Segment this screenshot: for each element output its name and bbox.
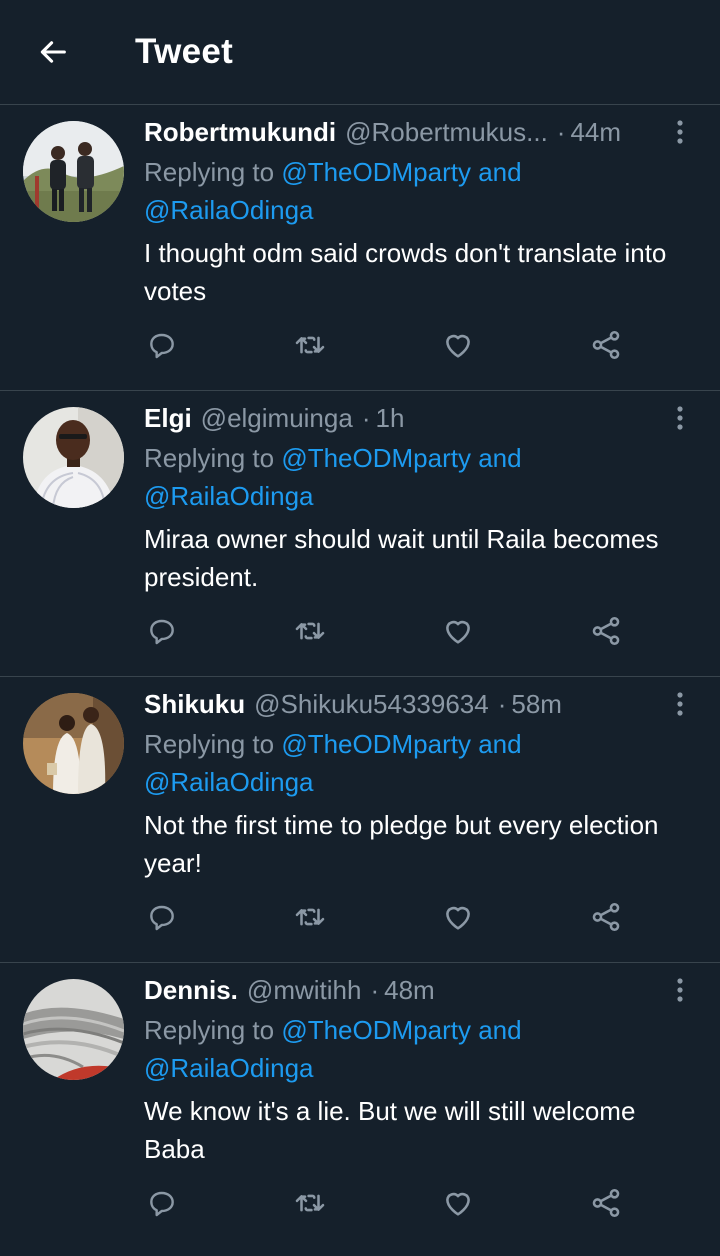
more-vertical-icon — [677, 692, 683, 716]
share-button[interactable] — [588, 613, 624, 649]
more-vertical-icon — [677, 406, 683, 430]
author-handle[interactable]: @Robertmukus... — [345, 117, 548, 148]
mention-and[interactable]: and — [478, 729, 521, 759]
retweet-icon — [295, 908, 325, 926]
reply-bubble-icon — [150, 1191, 174, 1217]
reply-bubble-icon — [150, 619, 174, 645]
heart-icon — [446, 620, 470, 644]
author-name[interactable]: Elgi — [144, 403, 192, 434]
arrow-left-icon — [40, 41, 66, 63]
replying-to: Replying to @TheODMparty and @RailaOding… — [144, 1011, 690, 1087]
reply-tweet[interactable]: Dennis. @mwitihh · 48m Replying to @TheO… — [0, 963, 720, 1256]
reply-tweet[interactable]: Robertmukundi @Robertmukus... · 44m Repl… — [0, 105, 720, 391]
author-name[interactable]: Dennis. — [144, 975, 238, 1006]
share-button[interactable] — [588, 899, 624, 935]
share-icon — [592, 1188, 620, 1218]
tweet-text: We know it's a lie. But we will still we… — [144, 1096, 636, 1164]
avatar[interactable] — [23, 693, 124, 794]
reply-button[interactable] — [144, 613, 180, 649]
mention-link[interactable]: @RailaOdinga — [144, 195, 313, 225]
reply-tweet[interactable]: Shikuku @Shikuku54339634 · 58m Replying … — [0, 677, 720, 963]
replying-prefix: Replying to — [144, 157, 275, 187]
mention-and[interactable]: and — [478, 157, 521, 187]
retweet-icon — [295, 622, 325, 640]
action-bar — [144, 327, 624, 363]
more-options-button[interactable] — [670, 401, 690, 435]
retweet-button[interactable] — [292, 899, 328, 935]
like-button[interactable] — [440, 1185, 476, 1221]
author-handle[interactable]: @elgimuinga — [201, 403, 353, 434]
separator-dot: · — [370, 974, 380, 1005]
avatar[interactable] — [23, 121, 124, 222]
replying-prefix: Replying to — [144, 443, 275, 473]
mention-and[interactable]: and — [478, 443, 521, 473]
heart-icon — [446, 334, 470, 358]
separator-dot: · — [556, 116, 566, 147]
action-bar — [144, 613, 624, 649]
like-button[interactable] — [440, 899, 476, 935]
timestamp[interactable]: 58m — [511, 689, 562, 720]
action-bar — [144, 899, 624, 935]
back-button[interactable] — [26, 25, 80, 79]
mention-link[interactable]: @TheODMparty — [281, 443, 471, 473]
mention-link[interactable]: @TheODMparty — [281, 157, 471, 187]
retweet-icon — [295, 1194, 325, 1212]
reply-button[interactable] — [144, 899, 180, 935]
action-bar — [144, 1185, 624, 1221]
reply-tweet[interactable]: Elgi @elgimuinga · 1h Replying to @TheOD… — [0, 391, 720, 677]
retweet-button[interactable] — [292, 327, 328, 363]
author-handle[interactable]: @mwitihh — [247, 975, 362, 1006]
reply-button[interactable] — [144, 1185, 180, 1221]
retweet-button[interactable] — [292, 613, 328, 649]
like-button[interactable] — [440, 613, 476, 649]
share-icon — [592, 330, 620, 360]
timestamp[interactable]: 48m — [384, 975, 435, 1006]
replying-to: Replying to @TheODMparty and @RailaOding… — [144, 439, 690, 515]
avatar[interactable] — [23, 407, 124, 508]
tweet-text: Not the first time to pledge but every e… — [144, 810, 659, 878]
retweet-button[interactable] — [292, 1185, 328, 1221]
replying-prefix: Replying to — [144, 1015, 275, 1045]
author-name[interactable]: Shikuku — [144, 689, 245, 720]
mention-and[interactable]: and — [478, 1015, 521, 1045]
mention-link[interactable]: @RailaOdinga — [144, 481, 313, 511]
reply-bubble-icon — [150, 333, 174, 359]
more-options-button[interactable] — [670, 973, 690, 1007]
page-title: Tweet — [135, 32, 234, 71]
tweet-text: Miraa owner should wait until Raila beco… — [144, 524, 659, 592]
reply-bubble-icon — [150, 905, 174, 931]
heart-icon — [446, 1192, 470, 1216]
timestamp[interactable]: 44m — [570, 117, 621, 148]
mention-link[interactable]: @RailaOdinga — [144, 767, 313, 797]
author-handle[interactable]: @Shikuku54339634 — [254, 689, 489, 720]
tweet-text: I thought odm said crowds don't translat… — [144, 238, 667, 306]
retweet-icon — [295, 336, 325, 354]
author-name[interactable]: Robertmukundi — [144, 117, 336, 148]
replying-prefix: Replying to — [144, 729, 275, 759]
share-icon — [592, 616, 620, 646]
more-vertical-icon — [677, 120, 683, 144]
reply-button[interactable] — [144, 327, 180, 363]
mention-link[interactable]: @RailaOdinga — [144, 1053, 313, 1083]
share-icon — [592, 902, 620, 932]
timestamp[interactable]: 1h — [375, 403, 404, 434]
top-bar: Tweet — [0, 0, 720, 105]
more-options-button[interactable] — [670, 687, 690, 721]
avatar[interactable] — [23, 979, 124, 1080]
share-button[interactable] — [588, 327, 624, 363]
more-vertical-icon — [677, 978, 683, 1002]
separator-dot: · — [497, 688, 507, 719]
separator-dot: · — [361, 402, 371, 433]
share-button[interactable] — [588, 1185, 624, 1221]
mention-link[interactable]: @TheODMparty — [281, 729, 471, 759]
replying-to: Replying to @TheODMparty and @RailaOding… — [144, 153, 690, 229]
mention-link[interactable]: @TheODMparty — [281, 1015, 471, 1045]
more-options-button[interactable] — [670, 115, 690, 149]
heart-icon — [446, 906, 470, 930]
replying-to: Replying to @TheODMparty and @RailaOding… — [144, 725, 690, 801]
like-button[interactable] — [440, 327, 476, 363]
